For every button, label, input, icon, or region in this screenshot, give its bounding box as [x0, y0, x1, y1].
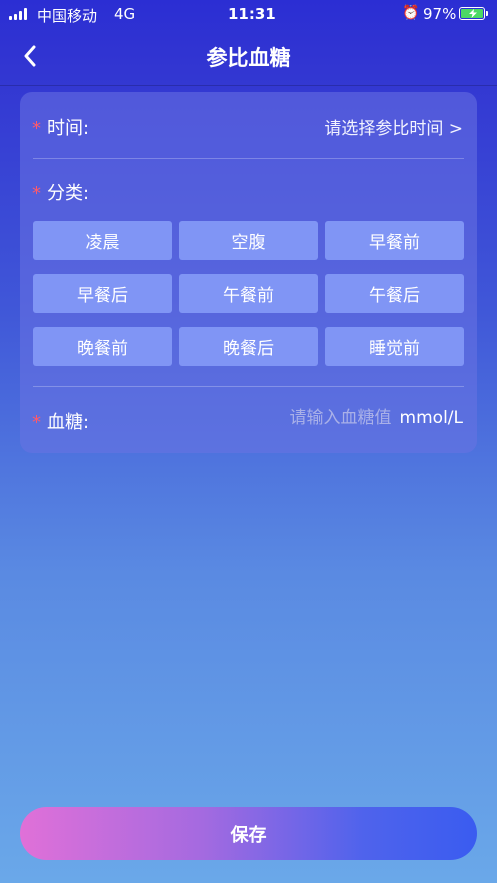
form-card: * 时间: 请选择参比时间 > * 分类: 凌晨 空腹 早餐前 早餐后 午餐前 午餐…: [20, 92, 477, 453]
required-mark: *: [32, 412, 41, 433]
unit-label: mmol/L: [399, 408, 463, 428]
status-time: 11:31: [228, 5, 276, 23]
battery-icon: [459, 7, 485, 20]
category-option-after-breakfast[interactable]: 早餐后: [33, 274, 172, 313]
status-bar: 中国移动 4G 11:31 ⏰ 97%: [0, 0, 497, 28]
battery-percentage: 97%: [423, 5, 457, 23]
category-option-before-sleep[interactable]: 睡觉前: [325, 327, 464, 366]
category-options: 凌晨 空腹 早餐前 早餐后 午餐前 午餐后 晚餐前 晚餐后 睡觉前: [33, 221, 464, 366]
divider: [33, 158, 464, 159]
time-label: * 时间:: [32, 114, 89, 140]
carrier-name: 中国移动: [37, 7, 98, 25]
network-type: 4G: [114, 5, 136, 23]
navigation-bar: 参比血糖: [0, 30, 497, 82]
save-button[interactable]: 保存: [20, 807, 477, 860]
category-label: * 分类:: [32, 179, 89, 205]
required-mark: *: [32, 118, 41, 139]
blood-sugar-label: * 血糖:: [32, 408, 89, 434]
category-option-after-lunch[interactable]: 午餐后: [325, 274, 464, 313]
category-label-text: 分类:: [47, 183, 90, 204]
required-mark: *: [32, 183, 41, 204]
category-option-fasting[interactable]: 空腹: [179, 221, 318, 260]
blood-sugar-input[interactable]: [261, 408, 392, 428]
divider: [33, 386, 464, 387]
header-divider: [0, 85, 497, 86]
category-option-before-dinner[interactable]: 晚餐前: [33, 327, 172, 366]
signal-icon: [9, 8, 27, 20]
category-option-early-morning[interactable]: 凌晨: [33, 221, 172, 260]
category-option-before-breakfast[interactable]: 早餐前: [325, 221, 464, 260]
page-title: 参比血糖: [206, 46, 291, 70]
category-option-before-lunch[interactable]: 午餐前: [179, 274, 318, 313]
time-picker[interactable]: 请选择参比时间 >: [324, 114, 463, 139]
category-option-after-dinner[interactable]: 晚餐后: [179, 327, 318, 366]
time-label-text: 时间:: [47, 118, 90, 139]
blood-sugar-field: mmol/L: [261, 408, 463, 428]
alarm-icon: ⏰: [402, 5, 420, 21]
blood-sugar-label-text: 血糖:: [47, 412, 90, 433]
